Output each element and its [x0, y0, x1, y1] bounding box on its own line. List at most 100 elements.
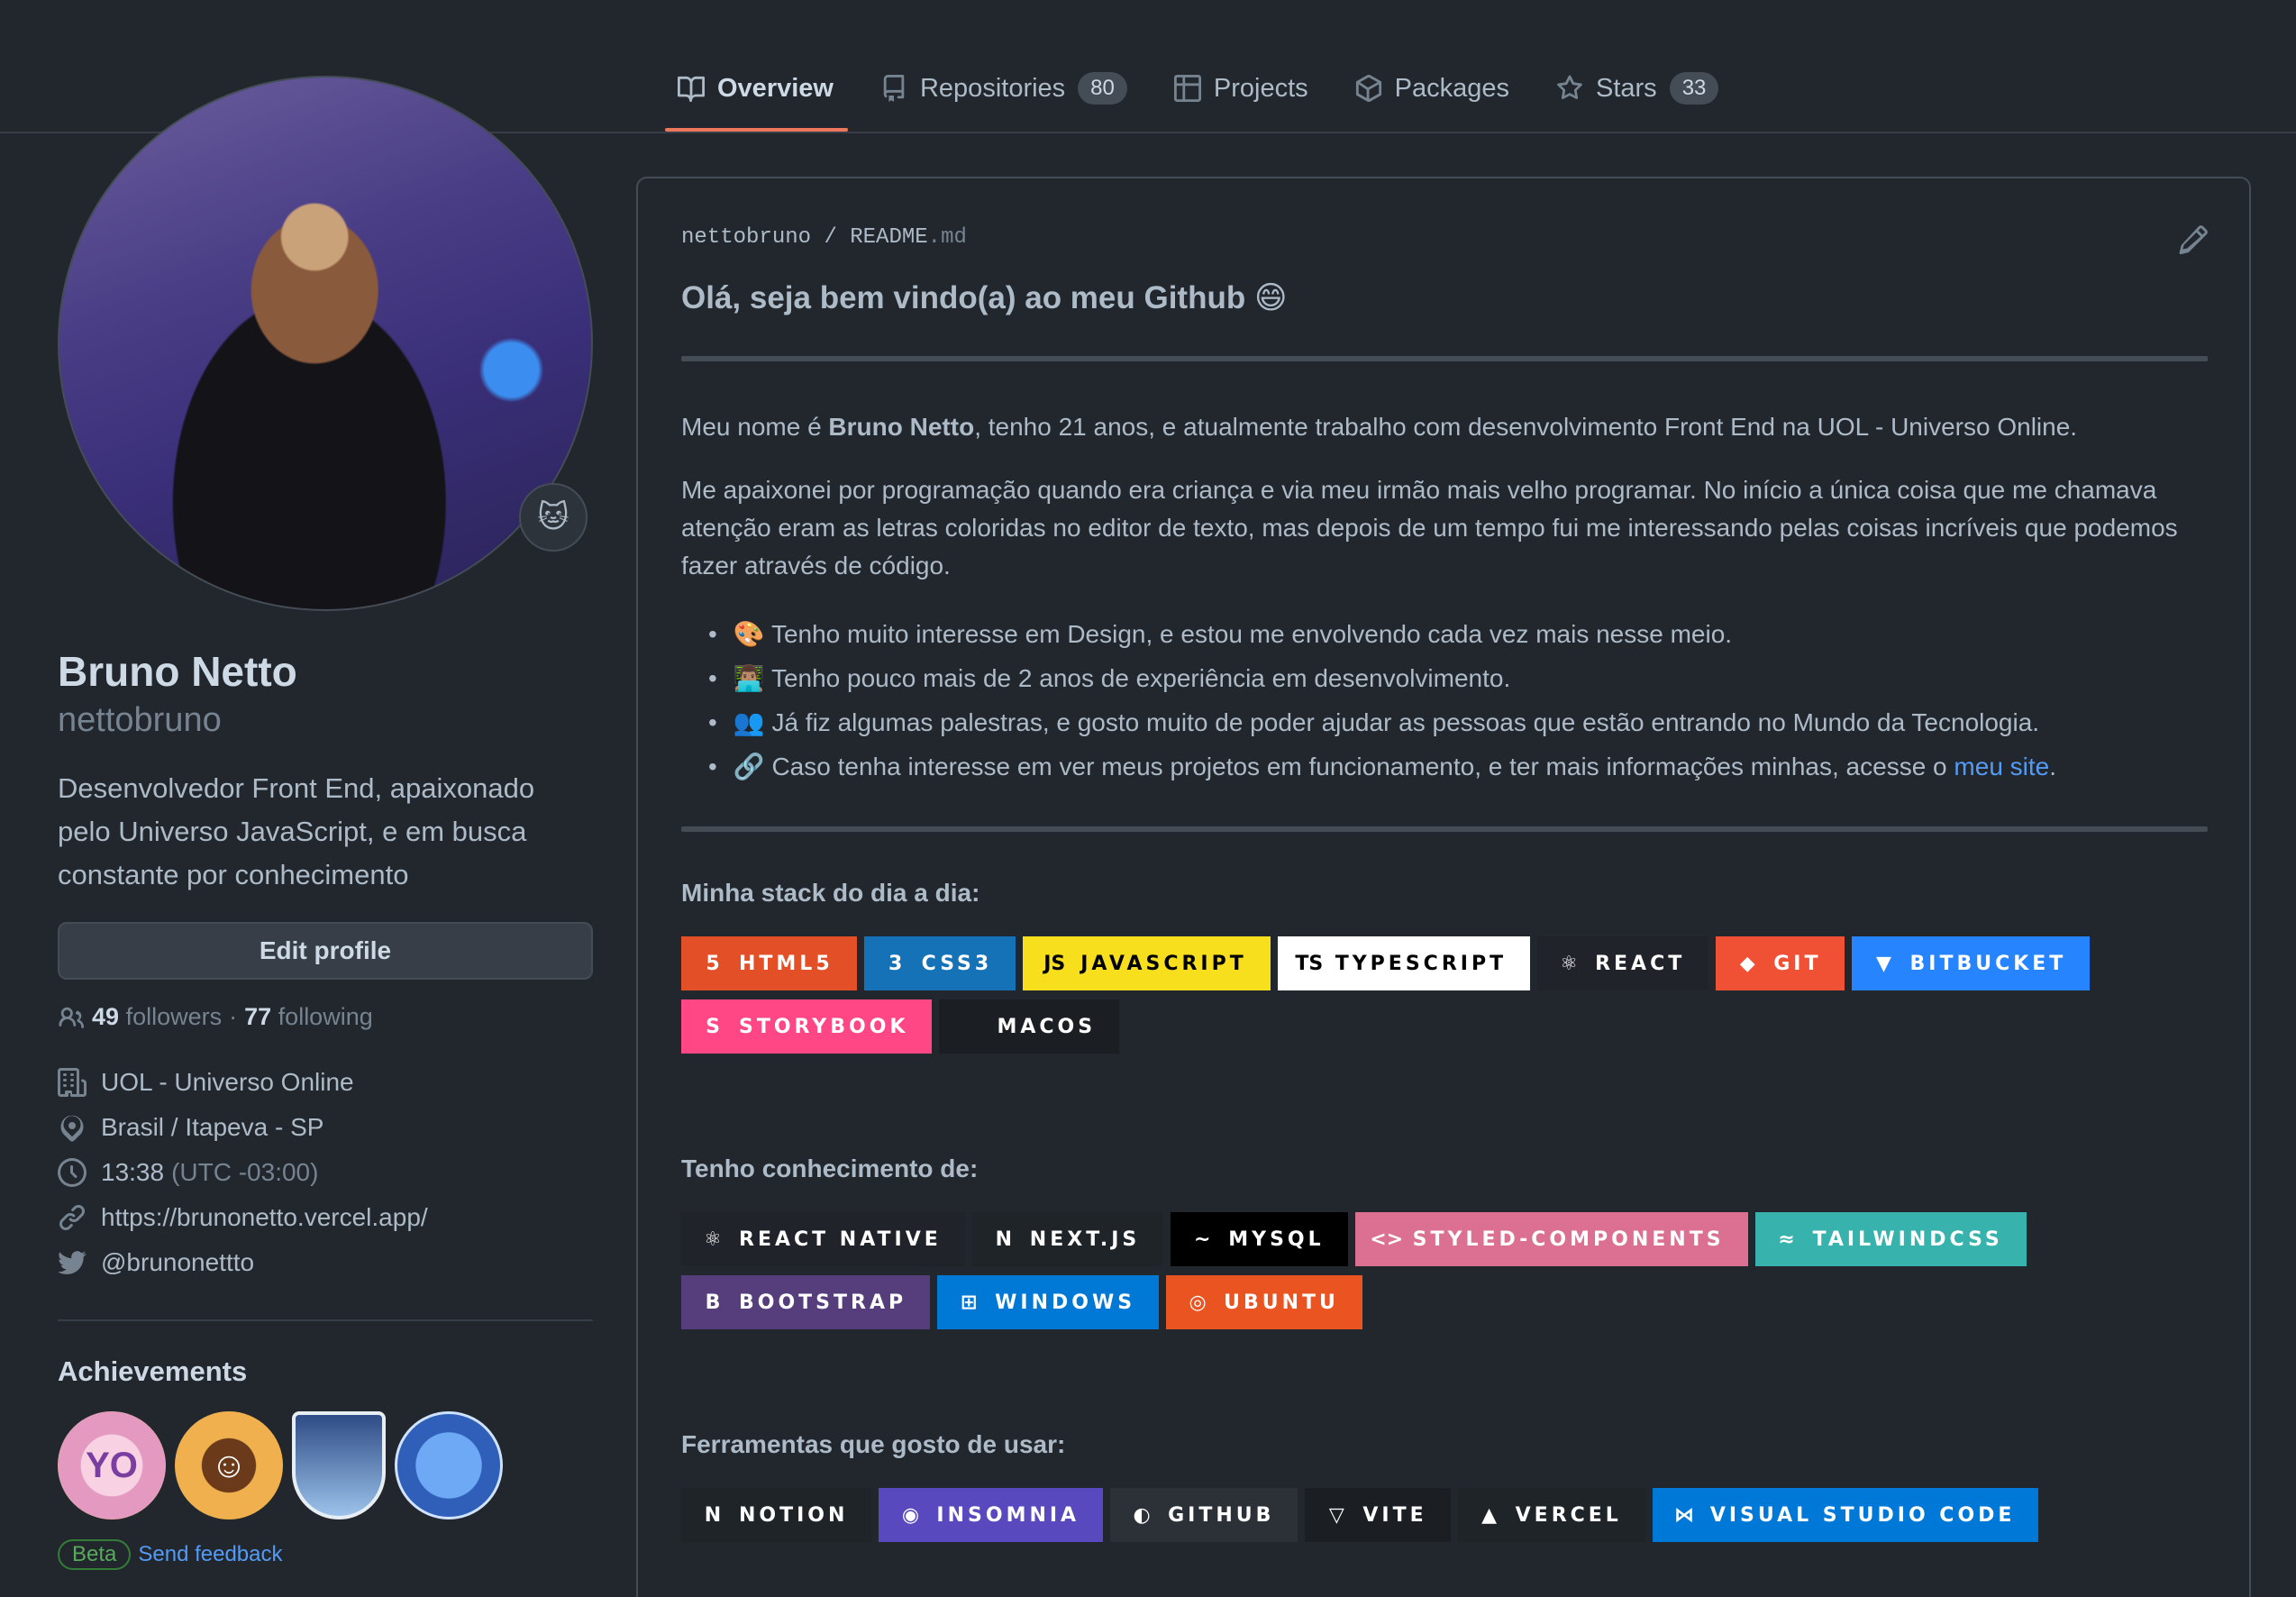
tech-logo-icon: N: [995, 1227, 1012, 1251]
tab-projects[interactable]: Projects: [1162, 58, 1323, 119]
tech-logo-icon: ▽: [1328, 1503, 1344, 1527]
achievement-arctic-code-vault-badge-icon[interactable]: [292, 1411, 386, 1519]
package-icon: [1355, 75, 1381, 102]
local-time: 13:38: [101, 1158, 165, 1186]
profile-sidebar: 🐱 Bruno Netto nettobruno Desenvolvedor F…: [58, 76, 593, 1570]
tech-logo-icon: ▼: [1876, 952, 1891, 975]
website-link[interactable]: https://brunonetto.vercel.app/: [101, 1203, 428, 1232]
tech-logo-icon: ~: [1194, 1227, 1211, 1251]
list-item: 👥 Já fiz algumas palestras, e gosto muit…: [681, 700, 2208, 744]
twitter-link[interactable]: @brunonettto: [101, 1248, 254, 1277]
repositories-count: 80: [1078, 72, 1127, 105]
timezone: (UTC -03:00): [171, 1158, 319, 1186]
link-icon: [59, 1205, 86, 1231]
tech-badge: ◎ UBUNTU: [1166, 1275, 1362, 1329]
website-item: https://brunonetto.vercel.app/: [58, 1195, 593, 1240]
achievements-feedback: Beta Send feedback: [58, 1539, 593, 1570]
tab-repositories[interactable]: Repositories 80: [868, 58, 1142, 119]
stars-count: 33: [1669, 72, 1719, 105]
tech-logo-icon: 3: [888, 952, 903, 975]
tech-badge: ~ MYSQL: [1171, 1212, 1348, 1266]
achievement-pull-shark-badge-icon[interactable]: [395, 1411, 503, 1519]
tech-badge-label: STORYBOOK: [739, 1015, 909, 1038]
tools-badges: N NOTION ◉ INSOMNIA ◐ GITHUB ▽ VITE ▲ VERCEL ⋈ VISU…: [681, 1488, 2195, 1542]
octocat-icon: 🐱: [537, 500, 569, 534]
tab-packages[interactable]: Packages: [1343, 58, 1524, 119]
tech-badge: B BOOTSTRAP: [681, 1275, 931, 1329]
readme-path-file: README: [850, 225, 928, 250]
tech-logo-icon: TS: [1295, 952, 1324, 975]
book-icon: [678, 76, 705, 102]
pencil-icon[interactable]: [2179, 225, 2208, 254]
tech-logo-icon: B: [705, 1291, 721, 1314]
tech-badge-label: BITBUCKET: [1909, 952, 2067, 975]
tech-badge: <> STYLED-COMPONENTS: [1354, 1212, 1748, 1266]
divider: [681, 826, 2208, 832]
tech-badge: JS JAVASCRIPT: [1023, 936, 1271, 990]
tech-badge: ▲ VERCEL: [1457, 1488, 1645, 1542]
list-item: 🎨 Tenho muito interesse em Design, e est…: [681, 612, 2208, 656]
list-item: 👨🏽‍💻 Tenho pouco mais de 2 anos de exper…: [681, 656, 2208, 700]
tech-badge: ≈ TAILWINDCSS: [1754, 1212, 2027, 1266]
tech-badge-label: GIT: [1773, 952, 1822, 975]
tab-label: Overview: [717, 73, 834, 103]
edit-profile-button[interactable]: Edit profile: [58, 922, 593, 980]
tech-badge-label: GITHUB: [1168, 1503, 1275, 1527]
readme-bullets: 🎨 Tenho muito interesse em Design, e est…: [681, 612, 2208, 789]
tech-logo-icon: ⚛: [1560, 952, 1578, 975]
followers-link[interactable]: 49 followers: [92, 1003, 222, 1031]
location-text: Brasil / Itapeva - SP: [101, 1113, 324, 1141]
achievement-quickdraw-badge-icon[interactable]: ☺: [175, 1411, 283, 1519]
divider: [681, 356, 2208, 361]
tools-title: Ferramentas que gosto de usar:: [681, 1430, 1066, 1458]
achievements-title: Achievements: [58, 1355, 248, 1387]
avatar[interactable]: [58, 76, 593, 611]
readme-path-ext: .md: [927, 225, 967, 250]
tech-logo-icon: ⚛: [704, 1227, 722, 1251]
tab-label: Projects: [1213, 73, 1308, 103]
achievements-list: YO ☺: [58, 1411, 593, 1519]
send-feedback-link[interactable]: Send feedback: [138, 1542, 282, 1567]
location-icon: [60, 1115, 84, 1142]
tab-stars[interactable]: Stars 33: [1544, 58, 1733, 119]
tech-logo-icon: ≈: [1778, 1227, 1795, 1251]
tech-logo-icon: <>: [1370, 1227, 1404, 1251]
tech-badge-label: JAVASCRIPT: [1080, 952, 1247, 975]
company-item: UOL - Universo Online: [58, 1060, 593, 1105]
twitter-icon: [58, 1251, 87, 1274]
following-link[interactable]: 77 following: [244, 1003, 373, 1031]
tech-badge-label: HTML5: [739, 952, 834, 975]
tech-badge-label: VERCEL: [1515, 1503, 1622, 1527]
tech-logo-icon: ▲: [1481, 1503, 1498, 1527]
tech-badge: 3 CSS3: [863, 936, 1016, 990]
tech-logo-icon: ◆: [1739, 952, 1755, 975]
tech-badge: ◉ INSOMNIA: [879, 1488, 1104, 1542]
tech-logo-icon: ⋈: [1673, 1503, 1694, 1527]
tab-label: Repositories: [919, 73, 1066, 103]
stack-title: Minha stack do dia a dia:: [681, 879, 980, 907]
separator-dot: ·: [229, 1003, 238, 1030]
tab-label: Packages: [1394, 73, 1509, 103]
tech-badge-label: REACT NATIVE: [739, 1227, 942, 1251]
known-title: Tenho conhecimento de:: [681, 1154, 979, 1182]
profile-details: UOL - Universo Online Brasil / Itapeva -…: [58, 1060, 593, 1285]
tech-badge: TS TYPESCRIPT: [1277, 936, 1531, 990]
table-icon: [1173, 75, 1201, 102]
status-emoji-button[interactable]: 🐱: [519, 483, 588, 552]
readme-path-user[interactable]: nettobruno: [681, 225, 811, 250]
organization-icon: [58, 1068, 87, 1097]
tech-logo-icon: N: [704, 1503, 722, 1527]
tech-badge: ⋈ VISUAL STUDIO CODE: [1652, 1488, 2039, 1542]
stack-badges: 5 HTML5 3 CSS3 JS JAVASCRIPT TS TYPESCRIPT ⚛ REAC…: [681, 936, 2195, 1054]
tech-badge: ◐ GITHUB: [1110, 1488, 1298, 1542]
readme-content: nettobruno / README.md Olá, seja bem vin…: [681, 225, 2208, 1542]
tech-badge: ▽ VITE: [1305, 1488, 1451, 1542]
known-badges: ⚛ REACT NATIVE N NEXT.JS ~ MYSQL <> STYLED-COMP…: [681, 1212, 2195, 1329]
achievement-yolo-badge-icon[interactable]: YO: [58, 1411, 166, 1519]
tech-badge-label: INSOMNIA: [936, 1503, 1080, 1527]
meu-site-link[interactable]: meu site: [1954, 753, 2049, 780]
tech-badge-label: MYSQL: [1228, 1227, 1325, 1251]
avatar-container: 🐱: [58, 76, 593, 611]
tab-overview[interactable]: Overview: [665, 58, 848, 132]
readme-story: Me apaixonei por programação quando era …: [681, 476, 2178, 579]
